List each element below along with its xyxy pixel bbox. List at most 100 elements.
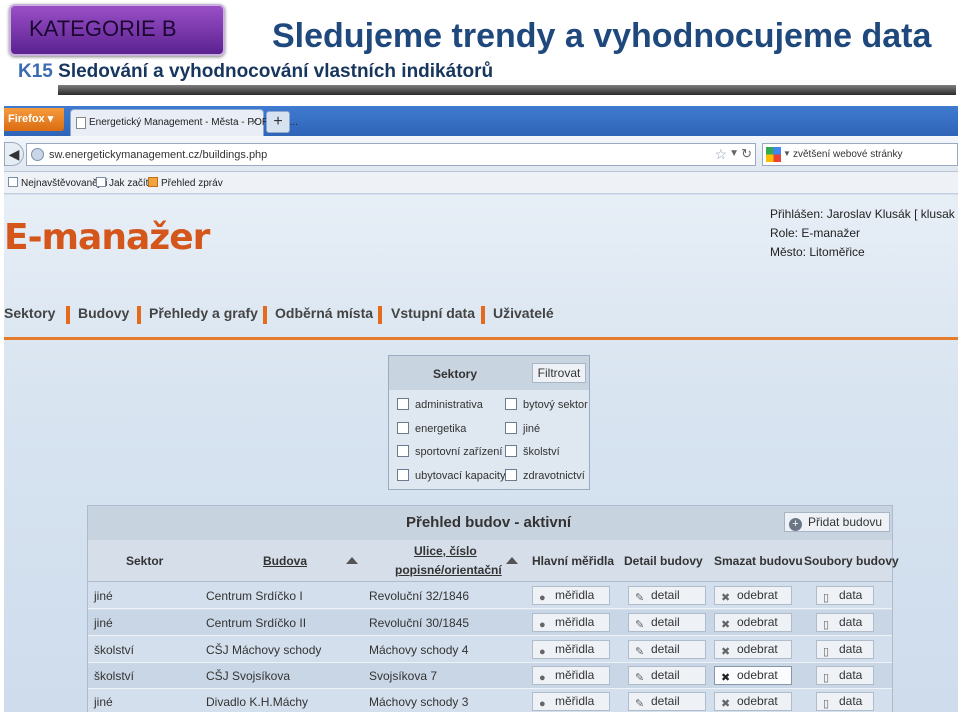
cell-sector: jiné — [94, 616, 113, 630]
checkbox[interactable] — [397, 398, 409, 410]
main-navigation: Sektory Budovy Přehledy a grafy Odběrná … — [4, 305, 958, 335]
cell-address: Svojsíkova 7 — [369, 669, 438, 683]
cell-building: Divadlo K.H.Máchy — [206, 695, 309, 709]
sort-up-icon[interactable] — [506, 557, 518, 564]
checkbox[interactable] — [397, 422, 409, 434]
filter-option[interactable]: ubytovací kapacity — [397, 469, 506, 482]
checkbox[interactable] — [505, 445, 517, 457]
search-input[interactable]: zvětšení webové stránky — [793, 149, 903, 160]
remove-button[interactable]: ✖ odebrat — [714, 666, 792, 685]
subtitle-text: Sledování a vyhodnocování vlastních indi… — [58, 61, 494, 82]
col-files: Soubory budovy — [804, 554, 899, 568]
nav-odberna-mista[interactable]: Odběrná místa — [275, 305, 373, 321]
star-icon[interactable]: ☆ — [714, 146, 727, 163]
table-row: školství CŠJ Máchovy schody Máchovy scho… — [88, 637, 892, 663]
reload-icon[interactable]: ↻ — [741, 146, 752, 162]
table-row: jiné Centrum Srdíčko I Revoluční 32/1846… — [88, 583, 892, 609]
nav-sektory[interactable]: Sektory — [4, 305, 55, 321]
detail-button[interactable]: ✎ detail — [628, 692, 706, 711]
chevron-down-icon[interactable]: ▼ — [729, 148, 739, 159]
url-text[interactable]: sw.energetickymanagement.cz/buildings.ph… — [49, 149, 267, 161]
logged-in-user: Přihlášen: Jaroslav Klusák [ klusak ] — [770, 207, 958, 221]
files-button[interactable]: ▯ data — [816, 613, 874, 632]
checkbox[interactable] — [505, 398, 517, 410]
page-icon — [96, 177, 106, 187]
nav-prehledy[interactable]: Přehledy a grafy — [149, 305, 258, 321]
chevron-down-icon[interactable]: ▼ — [783, 149, 791, 158]
filter-option[interactable]: jiné — [505, 422, 540, 435]
detail-button[interactable]: ✎ detail — [628, 613, 706, 632]
new-tab-button[interactable]: + — [266, 111, 290, 133]
files-button[interactable]: ▯ data — [816, 692, 874, 711]
filter-option[interactable]: zdravotnictví — [505, 469, 585, 482]
sort-up-icon[interactable] — [346, 557, 358, 564]
detail-button[interactable]: ✎ detail — [628, 586, 706, 605]
document-icon: ▯ — [823, 672, 830, 684]
nav-uzivatele[interactable]: Uživatelé — [493, 305, 554, 321]
document-icon: ▯ — [823, 592, 830, 604]
files-button[interactable]: ▯ data — [816, 666, 874, 685]
cell-building: Centrum Srdíčko II — [206, 616, 307, 630]
cell-address: Máchovy schody 4 — [369, 643, 469, 657]
close-icon: ✖ — [721, 619, 731, 631]
back-arrow-icon[interactable]: ◀ — [4, 142, 24, 166]
remove-button[interactable]: ✖ odebrat — [714, 640, 792, 659]
cell-sector: školství — [94, 643, 135, 657]
cell-address: Revoluční 32/1846 — [369, 589, 470, 603]
bookmark-most-visited[interactable]: Nejnavštěvovanější — [8, 177, 108, 189]
meters-button[interactable]: ● měřidla — [532, 692, 610, 711]
clock-icon: ● — [539, 619, 546, 631]
filter-button[interactable]: Filtrovat — [532, 363, 586, 383]
col-street-1[interactable]: Ulice, číslo — [414, 544, 477, 558]
pencil-icon: ✎ — [635, 592, 645, 604]
detail-button[interactable]: ✎ detail — [628, 640, 706, 659]
bookmark-news[interactable]: Přehled zpráv — [148, 177, 223, 189]
table-row: jiné Centrum Srdíčko II Revoluční 30/184… — [88, 610, 892, 636]
nav-budovy[interactable]: Budovy — [78, 305, 129, 321]
col-meters: Hlavní měřidla — [532, 554, 615, 568]
nav-separator — [66, 306, 70, 324]
table-title: Přehled budov - aktivní — [406, 514, 572, 531]
category-label: KATEGORIE B — [29, 16, 177, 41]
checkbox[interactable] — [397, 469, 409, 481]
meters-button[interactable]: ● měřidla — [532, 666, 610, 685]
checkbox[interactable] — [505, 422, 517, 434]
nav-vstupni-data[interactable]: Vstupní data — [391, 305, 475, 321]
filter-option[interactable]: sportovní zařízení — [397, 445, 502, 458]
remove-button[interactable]: ✖ odebrat — [714, 586, 792, 605]
google-icon[interactable] — [766, 147, 781, 162]
bookmark-getting-started[interactable]: Jak začít — [96, 177, 148, 189]
user-info: Přihlášen: Jaroslav Klusák [ klusak ] Ro… — [770, 205, 958, 262]
document-icon: ▯ — [823, 619, 830, 631]
address-bar[interactable]: sw.energetickymanagement.cz/buildings.ph… — [26, 143, 756, 166]
close-icon[interactable]: × — [251, 115, 258, 129]
filter-option[interactable]: administrativa — [397, 398, 483, 411]
nav-separator — [263, 306, 267, 324]
files-button[interactable]: ▯ data — [816, 586, 874, 605]
meters-button[interactable]: ● měřidla — [532, 586, 610, 605]
remove-button[interactable]: ✖ odebrat — [714, 613, 792, 632]
add-building-button[interactable]: + Přidat budovu — [784, 512, 890, 532]
col-sector: Sektor — [126, 554, 164, 568]
filter-option[interactable]: bytový sektor — [505, 398, 588, 411]
site-logo[interactable]: E-manažer — [4, 217, 210, 258]
search-box[interactable]: ▼ zvětšení webové stránky — [762, 143, 958, 166]
meters-button[interactable]: ● měřidla — [532, 640, 610, 659]
close-icon: ✖ — [721, 592, 731, 604]
filter-option[interactable]: školství — [505, 445, 560, 458]
firefox-menu-button[interactable]: Firefox ▾ — [4, 108, 64, 131]
filter-option[interactable]: energetika — [397, 422, 466, 435]
cell-sector: jiné — [94, 695, 113, 709]
col-building[interactable]: Budova — [263, 554, 307, 568]
browser-tab[interactable]: Energetický Management - Města - PORSEN.… — [70, 109, 298, 136]
remove-button[interactable]: ✖ odebrat — [714, 692, 792, 711]
navigation-bar: ◀ sw.energetickymanagement.cz/buildings.… — [4, 136, 958, 172]
detail-button[interactable]: ✎ detail — [628, 666, 706, 685]
meters-button[interactable]: ● měřidla — [532, 613, 610, 632]
category-badge: KATEGORIE B — [9, 4, 225, 56]
checkbox[interactable] — [397, 445, 409, 457]
files-button[interactable]: ▯ data — [816, 640, 874, 659]
col-street-2[interactable]: popisné/orientační — [395, 563, 502, 577]
checkbox[interactable] — [505, 469, 517, 481]
clock-icon: ● — [539, 672, 546, 684]
